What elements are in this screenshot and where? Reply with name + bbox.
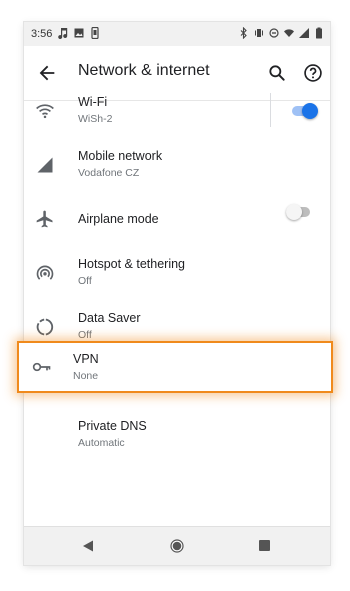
wifi-toggle[interactable] xyxy=(292,103,318,119)
status-time: 3:56 xyxy=(31,28,53,40)
data-saver-title: Data Saver xyxy=(78,311,141,325)
private-dns-subtitle: Automatic xyxy=(78,437,125,449)
vpn-subtitle: None xyxy=(73,370,99,382)
nav-back-icon[interactable] xyxy=(82,540,94,552)
vpn-title: VPN xyxy=(73,352,99,366)
page-title: Network & internet xyxy=(78,62,210,79)
data-saver-subtitle: Off xyxy=(78,329,92,341)
do-not-disturb-icon xyxy=(269,28,279,38)
hotspot-subtitle: Off xyxy=(78,275,92,287)
nav-home-icon[interactable] xyxy=(170,539,184,553)
signal-icon xyxy=(37,157,53,173)
vpn-key-icon xyxy=(32,362,51,372)
airplane-icon xyxy=(36,210,53,228)
airplane-mode-toggle[interactable] xyxy=(286,204,312,220)
wifi-title: Wi-Fi xyxy=(78,95,108,109)
private-dns-title: Private DNS xyxy=(78,419,147,433)
bluetooth-icon xyxy=(240,27,247,39)
status-bar: 3:56 xyxy=(24,22,330,46)
vibrate-app-icon xyxy=(91,27,99,39)
settings-item-mobile-network[interactable]: Mobile network Vodafone CZ xyxy=(24,138,330,192)
search-icon[interactable] xyxy=(267,63,287,83)
hotspot-title: Hotspot & tethering xyxy=(78,257,186,271)
nav-recents-icon[interactable] xyxy=(259,540,270,551)
wifi-subtitle: WiSh-2 xyxy=(78,113,113,125)
airplane-mode-title: Airplane mode xyxy=(78,212,159,226)
signal-status-icon xyxy=(299,28,309,38)
hotspot-icon xyxy=(36,265,54,280)
vibrate-icon xyxy=(255,29,263,37)
back-arrow-icon[interactable] xyxy=(36,62,58,84)
settings-item-vpn[interactable]: VPN None xyxy=(17,341,333,393)
settings-item-hotspot-tethering[interactable]: Hotspot & tethering Off xyxy=(24,246,330,300)
data-saver-icon xyxy=(36,318,54,336)
settings-item-airplane-mode[interactable]: Airplane mode xyxy=(24,192,330,246)
wifi-status-icon xyxy=(284,29,294,37)
mobile-network-subtitle: Vodafone CZ xyxy=(78,167,140,179)
wifi-toggle-divider xyxy=(270,93,271,127)
mobile-network-title: Mobile network xyxy=(78,149,163,163)
wifi-icon xyxy=(36,104,54,119)
settings-item-wifi[interactable]: Wi-Fi WiSh-2 xyxy=(24,84,330,138)
image-icon xyxy=(74,28,84,38)
phone-screen: 3:56 Network & internet Wi-Fi WiSh-2 Mob… xyxy=(24,22,330,565)
settings-item-private-dns[interactable]: Private DNS Automatic xyxy=(24,408,330,462)
battery-icon xyxy=(316,27,322,39)
help-icon[interactable] xyxy=(303,63,323,83)
system-navigation-bar xyxy=(24,526,330,565)
music-note-icon xyxy=(58,28,68,39)
